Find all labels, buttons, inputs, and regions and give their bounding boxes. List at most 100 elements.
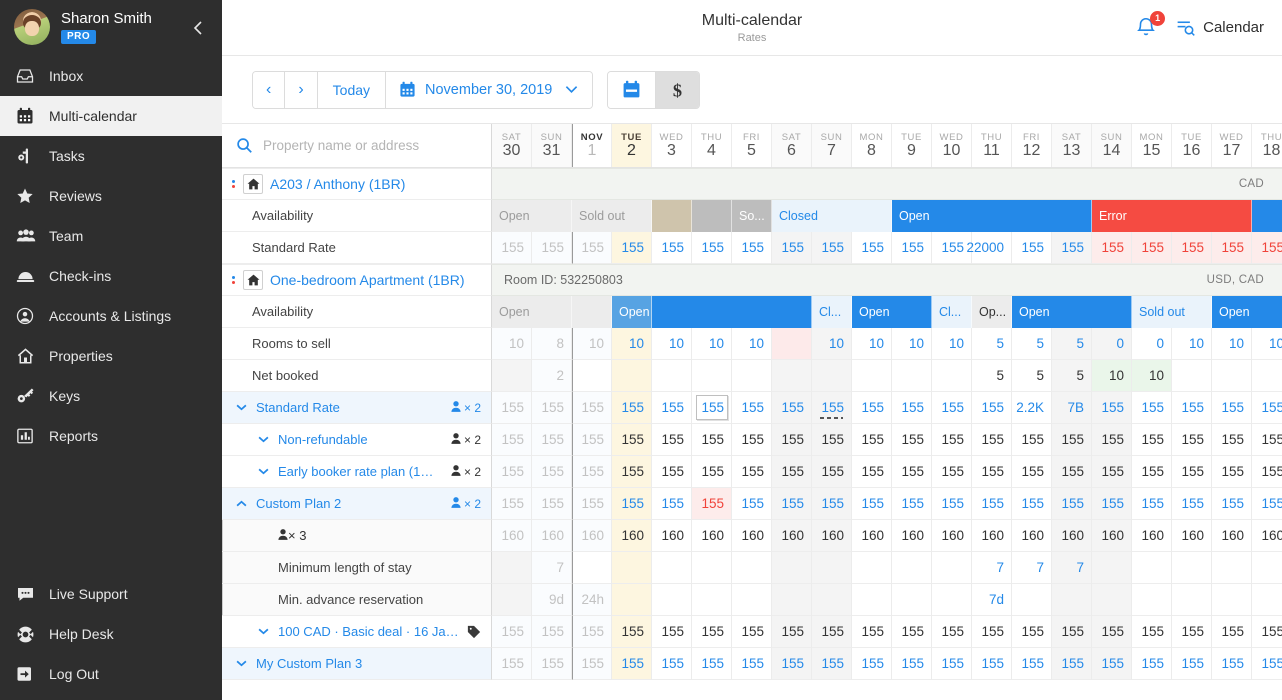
rate-plan-name[interactable]: Standard Rate bbox=[256, 400, 443, 415]
date-header-cell[interactable]: NOV 1 bbox=[572, 124, 612, 167]
availability-segment[interactable]: Sold out bbox=[572, 200, 652, 232]
availability-segment[interactable] bbox=[1252, 200, 1282, 232]
availability-segment[interactable]: Error bbox=[1092, 200, 1252, 232]
rate-cell[interactable]: 160 bbox=[652, 520, 692, 552]
availability-segment[interactable]: Cl... bbox=[932, 296, 972, 328]
rate-cell[interactable]: 160 bbox=[1012, 520, 1052, 552]
chevron-down-icon[interactable] bbox=[234, 404, 248, 411]
rate-cell[interactable]: 155 bbox=[532, 616, 572, 648]
rate-cell[interactable]: 155 bbox=[612, 232, 652, 264]
rate-cell[interactable]: 7 bbox=[1052, 552, 1092, 584]
rate-cell[interactable] bbox=[612, 360, 652, 392]
rate-cell[interactable] bbox=[1012, 584, 1052, 616]
rate-cell[interactable]: 7B bbox=[1052, 392, 1092, 424]
rate-cell[interactable]: 155 bbox=[772, 424, 812, 456]
rate-plan-row-label[interactable]: 100 CAD · Basic deal · 16 Ja… bbox=[222, 616, 492, 648]
rate-cell[interactable]: 155 bbox=[572, 424, 612, 456]
rate-cell[interactable]: 155 bbox=[1252, 424, 1282, 456]
rate-cell[interactable]: 155 bbox=[772, 232, 812, 264]
rate-plan-name[interactable]: Custom Plan 2 bbox=[256, 496, 443, 511]
rate-cell[interactable]: 155 bbox=[852, 456, 892, 488]
rate-cell[interactable]: 155 bbox=[1012, 616, 1052, 648]
date-header-cell[interactable]: TUE 2 bbox=[612, 124, 652, 167]
rate-cell[interactable] bbox=[1132, 552, 1172, 584]
rate-cell[interactable]: 155 bbox=[652, 392, 692, 424]
rate-cell[interactable]: 155 bbox=[1132, 648, 1172, 680]
rate-cell[interactable]: 155 bbox=[692, 232, 732, 264]
rate-plan-name[interactable]: Early booker rate plan (1… bbox=[278, 464, 443, 479]
rate-cell[interactable]: 155 bbox=[732, 488, 772, 520]
rate-cell[interactable]: 160 bbox=[532, 520, 572, 552]
chevron-down-icon[interactable] bbox=[256, 628, 270, 635]
rate-cell[interactable]: 155 bbox=[812, 424, 852, 456]
rate-cell[interactable]: 155 bbox=[972, 456, 1012, 488]
rate-cell[interactable]: 2.2K bbox=[1012, 392, 1052, 424]
rate-cell[interactable]: 155 bbox=[1012, 456, 1052, 488]
chevron-left-icon[interactable] bbox=[188, 18, 208, 38]
rate-cell[interactable]: 10 bbox=[1092, 360, 1132, 392]
rate-cell[interactable]: 155 bbox=[892, 456, 932, 488]
rate-cell[interactable]: 5 bbox=[1012, 360, 1052, 392]
notifications-button[interactable]: 1 bbox=[1135, 10, 1166, 40]
rate-cell[interactable]: 155 bbox=[532, 456, 572, 488]
sidebar-item-multi-calendar[interactable]: Multi-calendar bbox=[0, 96, 222, 136]
rate-cell[interactable]: 155 bbox=[732, 232, 772, 264]
rate-cell[interactable]: 155 bbox=[1012, 424, 1052, 456]
rate-cell[interactable]: 155 bbox=[772, 456, 812, 488]
rate-cell[interactable]: 155 bbox=[772, 616, 812, 648]
rate-cell[interactable]: 155 bbox=[892, 424, 932, 456]
rate-cell[interactable]: 10 bbox=[812, 328, 852, 360]
sidebar-item-reviews[interactable]: Reviews bbox=[0, 176, 222, 216]
rate-cell[interactable]: 155 bbox=[1092, 488, 1132, 520]
rate-cell[interactable]: 24h bbox=[572, 584, 612, 616]
sidebar-item-live-support[interactable]: Live Support bbox=[0, 574, 222, 614]
rate-cell[interactable] bbox=[492, 552, 532, 584]
rate-cell[interactable]: 155 bbox=[1092, 648, 1132, 680]
rate-cell[interactable]: 155 bbox=[1212, 232, 1252, 264]
rate-cell[interactable] bbox=[1252, 360, 1282, 392]
rate-cell[interactable] bbox=[1252, 552, 1282, 584]
sidebar-item-accounts-listings[interactable]: Accounts & Listings bbox=[0, 296, 222, 336]
rate-cell[interactable]: 160 bbox=[1172, 520, 1212, 552]
rate-cell[interactable]: 2 bbox=[532, 360, 572, 392]
rate-cell[interactable]: 0 bbox=[1092, 328, 1132, 360]
rate-cell[interactable]: 155 bbox=[1172, 392, 1212, 424]
rate-cell[interactable] bbox=[1092, 584, 1132, 616]
rate-cell[interactable]: 5 bbox=[1012, 328, 1052, 360]
rate-cell[interactable]: 155 bbox=[852, 392, 892, 424]
rate-cell[interactable]: 155 bbox=[492, 232, 532, 264]
rate-cell[interactable]: 155 bbox=[652, 232, 692, 264]
rate-cell[interactable]: 155 bbox=[492, 648, 532, 680]
rate-cell[interactable] bbox=[732, 552, 772, 584]
rate-cell[interactable]: 155 bbox=[1012, 488, 1052, 520]
rate-cell[interactable] bbox=[772, 552, 812, 584]
rate-cell[interactable]: 155 bbox=[772, 648, 812, 680]
availability-segment[interactable]: Sold out bbox=[1132, 296, 1212, 328]
rate-cell[interactable]: 7 bbox=[972, 552, 1012, 584]
rate-cell[interactable] bbox=[892, 584, 932, 616]
rate-cell[interactable]: 155 bbox=[492, 456, 532, 488]
rate-cell[interactable]: 155 bbox=[892, 616, 932, 648]
rate-cell[interactable]: 10 bbox=[932, 328, 972, 360]
rate-plan-row-label[interactable]: Custom Plan 2 × 2 bbox=[222, 488, 492, 520]
rate-cell[interactable]: 155 bbox=[812, 616, 852, 648]
availability-segment[interactable]: Cl... bbox=[812, 296, 852, 328]
rate-cell[interactable]: 155 bbox=[1212, 616, 1252, 648]
date-header-cell[interactable]: WED 3 bbox=[652, 124, 692, 167]
rate-cell[interactable]: 155 bbox=[1212, 456, 1252, 488]
rate-cell[interactable]: 155 bbox=[852, 488, 892, 520]
rate-plan-name[interactable]: My Custom Plan 3 bbox=[256, 656, 491, 671]
chevron-down-icon[interactable] bbox=[234, 660, 248, 667]
rate-cell[interactable]: 155 bbox=[612, 456, 652, 488]
chevron-up-icon[interactable] bbox=[234, 500, 248, 507]
date-header-cell[interactable]: SAT 13 bbox=[1052, 124, 1092, 167]
rate-cell[interactable]: 160 bbox=[932, 520, 972, 552]
rate-cell[interactable]: 155 bbox=[1252, 232, 1282, 264]
rate-cell[interactable] bbox=[1252, 584, 1282, 616]
rate-cell[interactable]: 155 bbox=[852, 424, 892, 456]
rate-cell[interactable]: 155 bbox=[1092, 456, 1132, 488]
rate-cell[interactable]: 155 bbox=[532, 232, 572, 264]
rate-cell[interactable]: 7 bbox=[532, 552, 572, 584]
availability-segment[interactable]: So... bbox=[732, 200, 772, 232]
rate-cell[interactable] bbox=[852, 584, 892, 616]
